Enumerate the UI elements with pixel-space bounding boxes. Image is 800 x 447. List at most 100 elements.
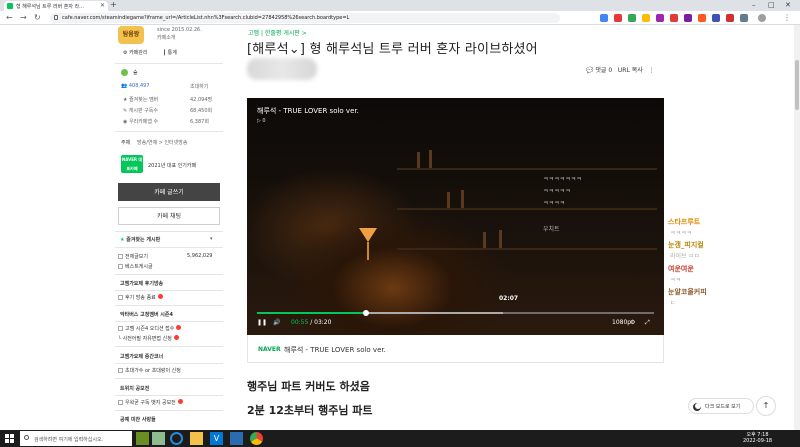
overlay-chat-line: ㅋㅋㅋㅋㅋ	[543, 188, 571, 195]
back-button[interactable]: ←	[6, 13, 13, 23]
windows-taskbar: 검색하려면 여기에 입력하십시오. V 오후 7:18 2022-09-18	[0, 430, 800, 447]
cafe-logo[interactable]: 탐움왕	[118, 26, 144, 44]
article-body-line: 행주님 파트 커버도 하셨음	[247, 380, 370, 393]
url-input[interactable]: cafe.naver.com/steamindiegame?iframe_url…	[50, 13, 560, 23]
stat-row-value: 6,387회	[190, 119, 209, 125]
bottle	[499, 230, 502, 248]
extension-icon[interactable]	[600, 14, 608, 22]
board-link[interactable]: └ 사전어필 자유면접 신청	[118, 335, 179, 342]
tab-close-icon[interactable]: ✕	[100, 2, 105, 9]
section-title: 공예 미잔 사랑들	[120, 417, 156, 423]
duration: 03:20	[314, 319, 332, 326]
seek-bar[interactable]	[257, 310, 654, 316]
tab-bar: 형 해루석님 트루 러버 혼자 라... ✕ + – □ ✕	[0, 0, 800, 11]
author-profile-blurred[interactable]	[247, 58, 317, 80]
all-posts-link[interactable]: 전체글보기	[118, 253, 148, 260]
board-icon	[118, 264, 123, 269]
file-explorer-icon[interactable]	[190, 432, 203, 445]
volume-icon[interactable]: 🔊	[273, 319, 280, 326]
section-title: 고멤가요제 후기방송	[120, 281, 164, 287]
app-icon[interactable]	[230, 432, 243, 445]
cafe-chat-button[interactable]: 카페 채팅	[118, 207, 220, 225]
extension-icon[interactable]	[614, 14, 622, 22]
close-window-button[interactable]: ✕	[785, 0, 791, 10]
chat-message: ㅋㅋㅋㅋ	[670, 230, 693, 237]
board-link[interactable]: 초대가수 or 초대랑이 신청	[118, 367, 181, 374]
section-title: 고멤가요제 중간코너	[120, 354, 164, 360]
url-text: cafe.naver.com/steamindiegame?iframe_url…	[62, 15, 350, 21]
maximize-button[interactable]: □	[768, 0, 775, 10]
taskbar-clock[interactable]: 오후 7:18 2022-09-18	[743, 432, 772, 444]
new-tab-button[interactable]: +	[110, 0, 117, 10]
extension-icon[interactable]	[740, 14, 748, 22]
board-icon	[118, 254, 123, 259]
reload-button[interactable]: ↻	[34, 13, 41, 23]
scroll-to-top-button[interactable]: ↑	[756, 396, 776, 416]
member-count[interactable]: 👥 408,497	[121, 83, 150, 89]
extension-icon[interactable]	[684, 14, 692, 22]
lock-icon	[54, 15, 58, 20]
video-time: 00:55 / 03:20	[291, 319, 332, 326]
cafe-intro-link[interactable]: 카페소개	[157, 34, 175, 41]
comment-count[interactable]: 댓글 0	[595, 67, 612, 74]
minimize-button[interactable]: –	[752, 0, 756, 10]
extension-icon[interactable]	[712, 14, 720, 22]
chat-username: 여운여운	[668, 265, 694, 273]
divider	[115, 395, 223, 396]
board-link[interactable]: 후기 방송 종료	[118, 294, 163, 301]
award-text: 2021년 대표 인기카페	[148, 163, 197, 169]
fav-boards-header[interactable]: ★ 즐겨찾는 게시판	[120, 236, 160, 243]
chat-message: ㄷ	[670, 300, 676, 307]
chat-username: 눈갱_피지컬	[668, 241, 704, 249]
extension-icon[interactable]	[642, 14, 650, 22]
cafe-stats-link[interactable]: ┃ 통계	[163, 49, 177, 56]
breadcrumb[interactable]: 고멤 | 한줄평 게시판 >	[248, 28, 307, 37]
topic-value[interactable]: 방송/연예 > 인터넷방송	[137, 139, 187, 146]
chat-message: 라이브 ㅁㅁ	[670, 253, 700, 260]
game-app-icon[interactable]	[136, 432, 149, 445]
app-v-icon[interactable]: V	[210, 432, 223, 445]
clock-date: 2022-09-18	[743, 438, 773, 444]
overlay-chat-line: ㅋㅋㅋㅋ	[543, 200, 566, 207]
extension-icon[interactable]	[698, 14, 706, 22]
board-link[interactable]: 우왁굳 구독 뱃지 공모전	[118, 399, 183, 406]
video-caption[interactable]: NAVER 해루석 - TRUE LOVER solo ver.	[247, 335, 664, 363]
video-player[interactable]: 해루석 - TRUE LOVER solo ver. ▷ 0 ㅋㅋㅋㅋㅋㅋㅋ ㅋ…	[247, 98, 664, 335]
pause-icon[interactable]: ❚❚	[257, 319, 267, 326]
board-link[interactable]: 고멤 시즌4 오디션 접수	[118, 325, 182, 332]
extension-icon[interactable]	[628, 14, 636, 22]
video-caption-title: 해루석 - TRUE LOVER solo ver.	[284, 346, 386, 354]
overlay-chat-line: 우치트	[543, 226, 560, 233]
url-copy-button[interactable]: URL 복사	[618, 67, 643, 74]
browser-tab[interactable]: 형 해루석님 트루 러버 혼자 라... ✕	[4, 1, 108, 11]
edge-browser-icon[interactable]	[170, 432, 183, 445]
taskbar-search-input[interactable]: 검색하려면 여기에 입력하십시오.	[20, 431, 132, 446]
windows-start-icon[interactable]	[5, 434, 14, 443]
scrollbar-thumb[interactable]	[795, 60, 799, 110]
comment-icon: 💬	[586, 67, 594, 74]
extension-icon[interactable]	[670, 14, 678, 22]
more-options-icon[interactable]: ⋮	[649, 67, 655, 74]
settings-icon[interactable]: ⚙	[630, 319, 635, 326]
moon-icon	[695, 403, 701, 409]
dark-mode-button[interactable]: 다크 모드로 보기	[688, 398, 754, 414]
chrome-icon[interactable]	[250, 432, 263, 445]
profile-avatar[interactable]	[758, 14, 766, 22]
bar-shelf	[397, 168, 657, 170]
game-app-icon[interactable]	[152, 432, 165, 445]
cocktail-glass-stem	[367, 242, 369, 260]
extension-icon[interactable]	[656, 14, 664, 22]
chevron-down-icon[interactable]: ▾	[210, 236, 213, 242]
invite-link[interactable]: 초대하기	[190, 83, 208, 90]
quality-button[interactable]: 1080p	[612, 319, 631, 326]
seek-handle[interactable]	[363, 310, 370, 316]
fullscreen-icon[interactable]: ⤢	[645, 319, 650, 327]
best-posts-link[interactable]: 베스트게시글	[118, 263, 153, 270]
cafe-manage-link[interactable]: ⚙ 카페관리	[123, 49, 147, 56]
forward-button[interactable]: →	[20, 13, 27, 23]
browser-menu-icon[interactable]: ⋮	[783, 13, 791, 23]
extension-icon[interactable]	[726, 14, 734, 22]
write-post-button[interactable]: 카페 글쓰기	[118, 183, 220, 201]
bottle	[447, 192, 450, 208]
bottle	[461, 190, 464, 208]
